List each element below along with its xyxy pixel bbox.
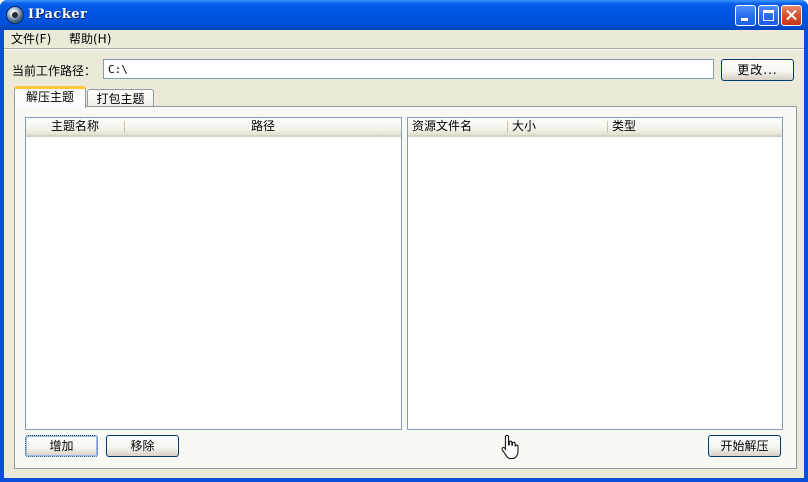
tab-extract-theme[interactable]: 解压主题	[14, 86, 86, 108]
window-title: IPacker	[28, 7, 88, 22]
column-divider[interactable]	[607, 121, 608, 133]
menu-help[interactable]: 帮助(H)	[65, 31, 115, 48]
start-extract-button[interactable]: 开始解压	[708, 435, 781, 457]
resource-list[interactable]: 资源文件名 大小 类型	[407, 117, 783, 430]
working-path-label: 当前工作路径：	[12, 64, 97, 78]
extract-tab-panel: 主题名称 路径 资源文件名 大小 类型 增加 移除 开始解压	[14, 106, 797, 469]
maximize-icon	[763, 10, 774, 21]
app-window: IPacker 文件(F) 帮助(H) 当前工作路径： C:\ 更改... 解压…	[0, 0, 808, 482]
minimize-button[interactable]	[735, 5, 756, 26]
column-divider[interactable]	[507, 121, 508, 133]
menu-divider	[4, 49, 804, 50]
change-path-button[interactable]: 更改...	[721, 59, 794, 81]
column-type[interactable]: 类型	[612, 118, 772, 135]
column-size[interactable]: 大小	[512, 118, 606, 135]
app-icon[interactable]	[7, 7, 23, 23]
close-icon	[782, 6, 801, 25]
title-bar[interactable]: IPacker	[0, 0, 808, 30]
remove-button[interactable]: 移除	[106, 435, 179, 457]
column-path[interactable]: 路径	[125, 118, 401, 135]
working-path-field[interactable]: C:\	[103, 59, 714, 79]
theme-list[interactable]: 主题名称 路径	[25, 117, 402, 430]
resource-list-header: 资源文件名 大小 类型	[408, 118, 782, 137]
column-theme-name[interactable]: 主题名称	[26, 118, 124, 135]
menu-bar: 文件(F) 帮助(H)	[4, 30, 804, 49]
add-button[interactable]: 增加	[25, 435, 98, 457]
theme-list-header: 主题名称 路径	[26, 118, 401, 137]
hand-cursor-icon	[501, 434, 519, 459]
client-area: 文件(F) 帮助(H) 当前工作路径： C:\ 更改... 解压主题 打包主题 …	[4, 30, 804, 478]
column-resource-name[interactable]: 资源文件名	[412, 118, 506, 135]
menu-file[interactable]: 文件(F)	[7, 31, 55, 48]
minimize-icon	[741, 18, 748, 21]
close-button[interactable]	[781, 5, 802, 26]
maximize-button[interactable]	[758, 5, 779, 26]
